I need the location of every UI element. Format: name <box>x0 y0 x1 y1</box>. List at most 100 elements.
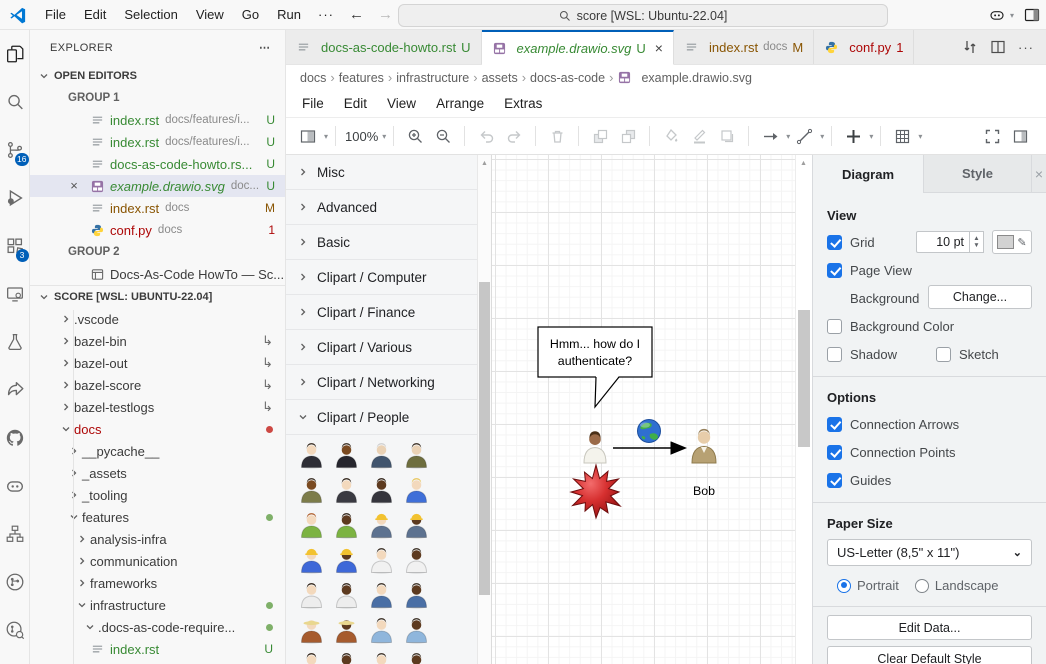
nav-back-icon[interactable]: ← <box>342 6 371 23</box>
tree-item-bazel-testlogs[interactable]: bazel-testlogs↳ <box>30 396 285 418</box>
change-background-button[interactable]: Change... <box>928 285 1032 309</box>
person-shape[interactable] <box>364 578 399 613</box>
person-shape[interactable] <box>329 508 364 543</box>
palette-section-clipart-finance[interactable]: Clipart / Finance <box>286 295 477 330</box>
zoom-level[interactable]: 100% <box>343 129 380 144</box>
tree-item--assets[interactable]: _assets <box>30 462 285 484</box>
tab-diagram[interactable]: Diagram <box>813 155 924 193</box>
shadow-button[interactable] <box>715 124 739 148</box>
menubar-item-run[interactable]: Run <box>268 4 310 26</box>
actor-bob-shape[interactable] <box>692 429 716 463</box>
drawio-menu-edit[interactable]: Edit <box>334 96 377 111</box>
person-shape[interactable] <box>294 648 329 664</box>
bob-label[interactable]: Bob <box>678 484 730 498</box>
open-editor-item[interactable]: docs-as-code-howto.rs...U <box>30 153 285 175</box>
activity-git-graph-icon[interactable] <box>0 558 30 606</box>
open-editor-item[interactable]: index.rstdocsM <box>30 197 285 219</box>
person-shape[interactable] <box>364 438 399 473</box>
shadow-checkbox[interactable] <box>827 347 842 362</box>
scroll-up-icon[interactable]: ▲ <box>796 160 811 167</box>
person-shape[interactable] <box>294 578 329 613</box>
palette-section-advanced[interactable]: Advanced <box>286 190 477 225</box>
person-shape[interactable] <box>329 648 364 664</box>
diagram-canvas[interactable]: Hmm... how do I authenticate? Bob <box>491 155 795 664</box>
palette-section-clipart-computer[interactable]: Clipart / Computer <box>286 260 477 295</box>
breadcrumb-item[interactable]: example.drawio.svg <box>617 70 751 85</box>
person-shape[interactable] <box>329 438 364 473</box>
breadcrumb-item[interactable]: docs <box>300 71 326 85</box>
burst-shape[interactable] <box>571 465 620 518</box>
person-shape[interactable] <box>294 543 329 578</box>
drawio-menu-file[interactable]: File <box>292 96 334 111</box>
tab-example-drawio-svg[interactable]: example.drawio.svgU× <box>482 30 674 65</box>
fullscreen-button[interactable] <box>980 124 1004 148</box>
breadcrumb-item[interactable]: assets <box>482 71 518 85</box>
person-shape[interactable] <box>329 578 364 613</box>
tab-docs-as-code-howto-rst[interactable]: docs-as-code-howto.rstU <box>286 30 482 64</box>
person-shape[interactable] <box>399 578 434 613</box>
palette-section-clipart-people[interactable]: Clipart / People <box>286 400 477 435</box>
person-shape[interactable] <box>294 613 329 648</box>
line-color-button[interactable] <box>687 124 711 148</box>
drawio-menu-view[interactable]: View <box>377 96 426 111</box>
zoom-out-button[interactable] <box>431 124 455 148</box>
activity-explorer-icon[interactable] <box>0 30 30 78</box>
tree-item-bazel-bin[interactable]: bazel-bin↳ <box>30 330 285 352</box>
tree-item-frameworks[interactable]: frameworks <box>30 572 285 594</box>
open-editor-item[interactable]: conf.pydocs1 <box>30 219 285 241</box>
breadcrumb-item[interactable]: features <box>339 71 384 85</box>
connection-points-checkbox[interactable] <box>827 445 842 460</box>
close-icon[interactable]: × <box>66 175 82 197</box>
redo-button[interactable] <box>502 124 526 148</box>
sketch-checkbox[interactable] <box>936 347 951 362</box>
person-shape[interactable] <box>364 508 399 543</box>
line-style-button[interactable] <box>792 124 816 148</box>
palette-scrollbar[interactable]: ▲ <box>478 155 491 664</box>
tree-item-infrastructure[interactable]: infrastructure <box>30 594 285 616</box>
palette-scrollbar-thumb[interactable] <box>479 282 490 595</box>
split-editor-icon[interactable] <box>990 39 1006 55</box>
tree-item-bazel-out[interactable]: bazel-out↳ <box>30 352 285 374</box>
palette-section-misc[interactable]: Misc <box>286 155 477 190</box>
tab-conf-py[interactable]: conf.py1 <box>814 30 914 64</box>
palette-section-clipart-networking[interactable]: Clipart / Networking <box>286 365 477 400</box>
tree-item--docs-as-code-require-[interactable]: .docs-as-code-require... <box>30 616 285 638</box>
grid-checkbox[interactable] <box>827 235 842 250</box>
tree-item-docs[interactable]: docs <box>30 418 285 440</box>
portrait-radio[interactable]: Portrait <box>837 578 899 593</box>
person-shape[interactable] <box>364 613 399 648</box>
person-shape[interactable] <box>329 473 364 508</box>
activity-source-control-icon[interactable]: 16 <box>0 126 30 174</box>
palette-section-basic[interactable]: Basic <box>286 225 477 260</box>
delete-button[interactable] <box>545 124 569 148</box>
fill-color-button[interactable] <box>659 124 683 148</box>
canvas-scrollbar[interactable]: ▲ <box>795 155 812 664</box>
person-shape[interactable] <box>329 613 364 648</box>
layout-panel-icon[interactable] <box>1024 7 1040 23</box>
scroll-up-icon[interactable]: ▲ <box>478 160 491 167</box>
tree-item-features[interactable]: features <box>30 506 285 528</box>
drawio-menu-extras[interactable]: Extras <box>494 96 552 111</box>
explorer-more-actions-icon[interactable]: ⋯ <box>259 41 271 54</box>
menubar-item-file[interactable]: File <box>36 4 75 26</box>
actor-alice-shape[interactable] <box>584 431 606 463</box>
activity-run-and-debug-icon[interactable] <box>0 174 30 222</box>
workspace-section-header[interactable]: SCORE [WSL: UBUNTU-22.04] <box>30 285 285 308</box>
tree-item-bazel-score[interactable]: bazel-score↳ <box>30 374 285 396</box>
activity-extensions-icon[interactable]: 3 <box>0 222 30 270</box>
person-shape[interactable] <box>294 438 329 473</box>
page-view-checkbox[interactable] <box>827 263 842 278</box>
activity-testing-icon[interactable] <box>0 318 30 366</box>
paper-size-select[interactable]: US-Letter (8,5" x 11") ⌄ <box>827 539 1032 566</box>
to-back-button[interactable] <box>616 124 640 148</box>
person-shape[interactable] <box>399 613 434 648</box>
table-button[interactable] <box>890 124 914 148</box>
open-editor-item[interactable]: index.rstdocs/features/i...U <box>30 131 285 153</box>
activity-remote-explorer-icon[interactable] <box>0 270 30 318</box>
close-panel-icon[interactable]: × <box>1035 166 1043 182</box>
connection-arrow-style-button[interactable] <box>758 124 782 148</box>
person-shape[interactable] <box>329 543 364 578</box>
activity-hierarchy-icon[interactable] <box>0 510 30 558</box>
person-shape[interactable] <box>364 543 399 578</box>
compare-changes-icon[interactable] <box>962 39 978 55</box>
